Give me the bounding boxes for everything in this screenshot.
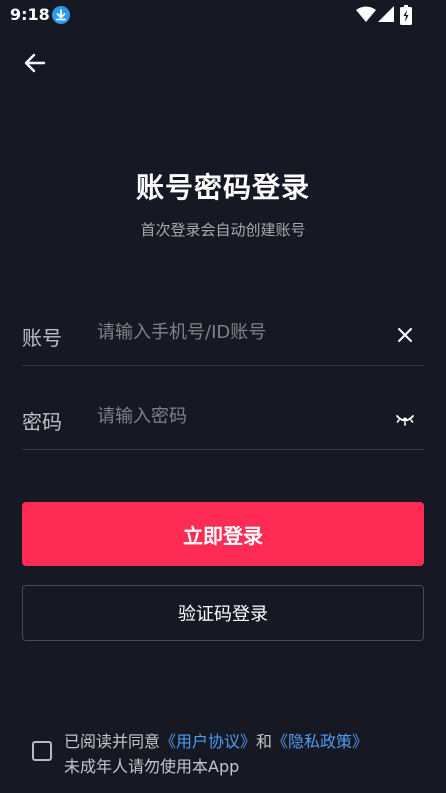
code-login-button[interactable]: 验证码登录 [22,585,424,641]
password-field-row: 密码 [22,393,424,450]
arrow-left-icon [23,51,47,79]
status-bar: 9:18 [0,0,446,30]
back-button[interactable] [22,52,48,78]
eye-closed-icon [395,411,415,431]
clear-button[interactable] [394,326,416,348]
wifi-icon [356,6,376,26]
password-input[interactable] [97,406,367,427]
account-label: 账号 [22,326,62,350]
account-input[interactable] [97,322,367,343]
status-time: 9:18 [10,5,50,24]
login-button[interactable]: 立即登录 [22,502,424,566]
account-field-row: 账号 [22,309,424,366]
password-label: 密码 [22,410,62,434]
user-agreement-link[interactable]: 《用户协议》 [160,732,256,751]
privacy-policy-link[interactable]: 《隐私政策》 [272,732,368,751]
page-subtitle: 首次登录会自动创建账号 [140,221,306,239]
battery-icon [400,5,412,29]
toggle-password-visibility[interactable] [394,410,416,432]
page-title: 账号密码登录 [135,171,310,204]
agree-checkbox[interactable] [32,741,52,761]
download-icon [52,6,70,24]
agreement-text: 已阅读并同意《用户协议》和《隐私政策》 未成年人请勿使用本App [64,729,434,779]
agreement-prefix: 已阅读并同意 [64,732,161,751]
minor-notice: 未成年人请勿使用本App [64,757,240,776]
close-icon [397,327,413,347]
agreement-and: 和 [256,732,273,751]
signal-icon [378,6,394,26]
